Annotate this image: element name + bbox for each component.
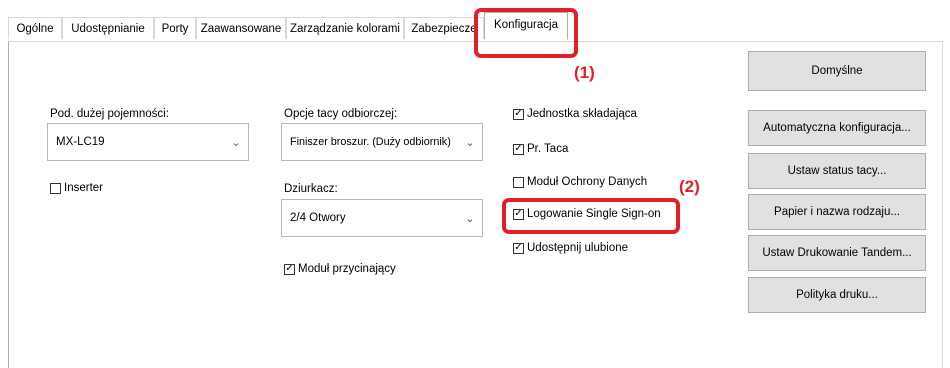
set-tray-status-button[interactable]: Ustaw status tacy...: [748, 153, 926, 189]
checkbox-unchecked-icon: [50, 182, 61, 194]
pr-tray-label: Pr. Taca: [527, 143, 569, 155]
chevron-down-icon: ⌄: [465, 212, 475, 225]
tab-sharing[interactable]: Udostępnianie: [62, 17, 154, 39]
punch-select[interactable]: 2/4 Otwory ⌄: [281, 199, 483, 237]
folding-unit-checkbox[interactable]: ✓ Jednostka składająca: [513, 108, 637, 120]
checkbox-checked-icon: ✓: [513, 242, 524, 254]
output-tray-options-label: Opcje tacy odbiorczej:: [284, 108, 398, 120]
tab-ports[interactable]: Porty: [154, 17, 196, 39]
chevron-down-icon: ⌄: [465, 136, 475, 149]
inserter-label: Inserter: [64, 182, 103, 194]
chevron-down-icon: ⌄: [231, 136, 241, 149]
checkbox-checked-icon: ✓: [284, 263, 295, 275]
paper-type-name-button[interactable]: Papier i nazwa rodzaju...: [748, 194, 926, 230]
data-security-kit-label: Moduł Ochrony Danych: [527, 176, 648, 188]
tandem-print-button[interactable]: Ustaw Drukowanie Tandem...: [748, 235, 926, 271]
default-button[interactable]: Domyślne: [748, 51, 926, 91]
punch-label: Dziurkacz:: [284, 183, 338, 195]
highlight-single-sign-on: [502, 198, 680, 234]
folding-unit-label: Jednostka składająca: [527, 108, 637, 120]
data-security-kit-checkbox[interactable]: Moduł Ochrony Danych: [513, 176, 647, 188]
callout-label-2: (2): [679, 177, 700, 196]
highlight-configuration-tab: [474, 8, 578, 58]
print-policy-button[interactable]: Polityka druku...: [748, 277, 926, 313]
share-favorites-label: Udostępnij ulubione: [527, 242, 629, 254]
tab-security[interactable]: Zabezpiecze: [404, 17, 484, 39]
high-capacity-tray-select[interactable]: MX-LC19 ⌄: [47, 123, 249, 161]
callout-label-1: (1): [574, 63, 595, 82]
tab-color-management[interactable]: Zarządzanie kolorami: [286, 17, 404, 39]
checkbox-checked-icon: ✓: [513, 143, 524, 155]
high-capacity-tray-value: MX-LC19: [56, 136, 105, 148]
share-favorites-checkbox[interactable]: ✓ Udostępnij ulubione: [513, 242, 628, 254]
panel-right-border: [942, 41, 943, 368]
auto-configuration-button[interactable]: Automatyczna konfiguracja...: [748, 110, 926, 146]
trimmer-module-label: Moduł przycinający: [298, 263, 396, 275]
checkbox-checked-icon: ✓: [513, 108, 524, 120]
pr-tray-checkbox[interactable]: ✓ Pr. Taca: [513, 143, 568, 155]
checkbox-unchecked-icon: [513, 176, 524, 188]
tab-general[interactable]: Ogólne: [8, 17, 62, 39]
output-tray-options-select[interactable]: Finiszer broszur. (Duży odbiornik) ⌄: [281, 123, 483, 161]
punch-value: 2/4 Otwory: [290, 212, 346, 224]
inserter-checkbox[interactable]: Inserter: [50, 182, 103, 194]
trimmer-module-checkbox[interactable]: ✓ Moduł przycinający: [284, 263, 396, 275]
tab-advanced[interactable]: Zaawansowane: [196, 17, 286, 39]
output-tray-options-value: Finiszer broszur. (Duży odbiornik): [290, 136, 451, 148]
high-capacity-tray-label: Pod. dużej pojemności:: [50, 108, 169, 120]
